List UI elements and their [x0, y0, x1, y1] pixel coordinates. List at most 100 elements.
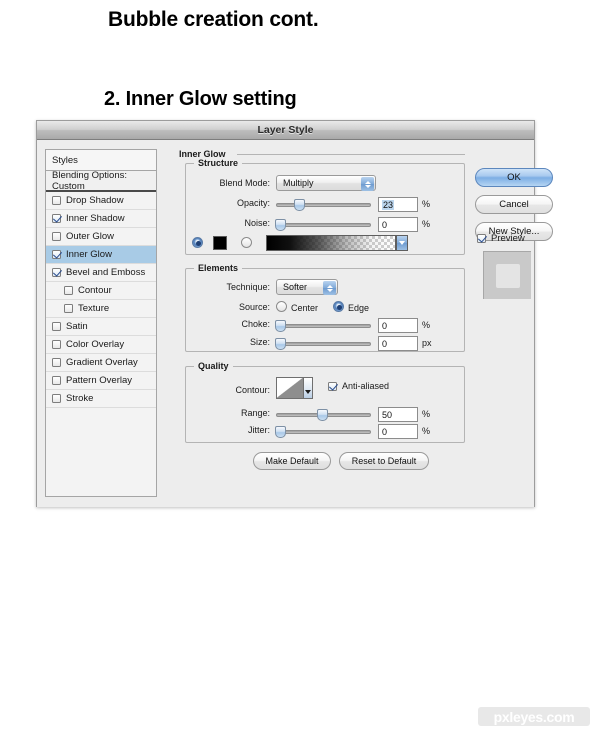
style-effect-label: Texture [78, 303, 110, 314]
style-effect-row[interactable]: Drop Shadow [46, 192, 156, 210]
style-effect-row[interactable]: Outer Glow [46, 228, 156, 246]
opacity-unit: % [422, 199, 431, 209]
structure-group: Structure Blend Mode: Multiply Opacity: … [185, 158, 465, 255]
reset-to-default-button[interactable]: Reset to Default [339, 452, 429, 470]
technique-select[interactable]: Softer [276, 279, 338, 295]
size-input[interactable]: 0 [378, 336, 418, 351]
checkbox-icon[interactable] [52, 214, 61, 223]
style-effect-label: Inner Glow [66, 249, 112, 260]
choke-slider-track[interactable] [276, 324, 371, 328]
size-label: Size: [249, 337, 270, 347]
opacity-value: 23 [382, 199, 395, 210]
dialog-titlebar[interactable]: Layer Style [37, 121, 534, 140]
styles-header[interactable]: Styles [46, 150, 156, 171]
choke-label: Choke: [241, 319, 270, 329]
ok-button[interactable]: OK [475, 168, 553, 187]
range-input[interactable]: 50 [378, 407, 418, 422]
style-effects-list: Drop Shadow Inner Shadow Outer Glow Inner G… [46, 192, 156, 408]
checkbox-icon[interactable] [52, 232, 61, 241]
size-unit: px [422, 338, 432, 348]
opacity-input[interactable]: 23 [378, 197, 418, 212]
style-effect-row[interactable]: Gradient Overlay [46, 354, 156, 372]
contour-picker-chevron-icon[interactable] [304, 377, 313, 399]
noise-slider-track[interactable] [276, 223, 371, 227]
noise-value: 0 [382, 219, 388, 230]
source-edge-label: Edge [348, 303, 370, 313]
dialog-title: Layer Style [257, 124, 314, 136]
choke-slider-thumb[interactable] [275, 320, 286, 332]
range-slider-thumb[interactable] [317, 409, 328, 421]
choke-input[interactable]: 0 [378, 318, 418, 333]
checkbox-icon[interactable] [64, 304, 73, 313]
layer-style-dialog: Layer Style Styles Blending Options: Cus… [36, 120, 553, 507]
dialog-body: Styles Blending Options: Custom Drop Sha… [37, 140, 553, 507]
checkbox-icon[interactable] [52, 250, 61, 259]
jitter-unit: % [422, 426, 431, 436]
source-edge-radio[interactable] [333, 301, 344, 312]
noise-input[interactable]: 0 [378, 217, 418, 232]
glow-fill-color-radio[interactable] [192, 237, 203, 248]
opacity-slider-track[interactable] [276, 203, 371, 207]
style-preview-thumbnail [483, 251, 531, 299]
style-effect-row[interactable]: Inner Shadow [46, 210, 156, 228]
anti-aliased-label: Anti-aliased [342, 381, 390, 391]
styles-list-panel: Styles Blending Options: Custom Drop Sha… [45, 149, 157, 497]
noise-unit: % [422, 219, 431, 229]
cancel-button[interactable]: Cancel [475, 195, 553, 214]
size-slider-thumb[interactable] [275, 338, 286, 350]
style-effect-row[interactable]: Contour [46, 282, 156, 300]
opacity-slider-thumb[interactable] [294, 199, 306, 211]
checkbox-icon[interactable] [64, 286, 73, 295]
style-effect-row[interactable]: Color Overlay [46, 336, 156, 354]
glow-color-swatch[interactable] [213, 236, 227, 250]
checkbox-icon[interactable] [52, 268, 61, 277]
glow-fill-gradient-radio[interactable] [241, 237, 252, 248]
elements-group-label: Elements [194, 263, 243, 273]
checkbox-icon [477, 234, 486, 243]
anti-aliased-checkbox[interactable]: Anti-aliased [328, 381, 389, 391]
checkbox-icon[interactable] [52, 196, 61, 205]
jitter-slider-track[interactable] [276, 430, 371, 434]
style-effect-label: Bevel and Emboss [66, 267, 146, 278]
watermark-text: pxleyes.com [493, 708, 575, 725]
style-effect-row[interactable]: Stroke [46, 390, 156, 408]
quality-group: Quality Contour: Anti-aliased Range: 50 … [185, 361, 465, 443]
blend-mode-select[interactable]: Multiply [276, 175, 376, 191]
style-effect-label: Drop Shadow [66, 195, 124, 206]
range-unit: % [422, 409, 431, 419]
style-effect-label: Color Overlay [66, 339, 125, 350]
checkbox-icon[interactable] [52, 394, 61, 403]
make-default-button[interactable]: Make Default [253, 452, 331, 470]
checkbox-icon[interactable] [52, 376, 61, 385]
chevron-updown-icon [361, 177, 374, 191]
jitter-slider-thumb[interactable] [275, 426, 286, 438]
style-effect-row[interactable]: Pattern Overlay [46, 372, 156, 390]
checkbox-icon[interactable] [52, 322, 61, 331]
checkbox-icon[interactable] [52, 358, 61, 367]
noise-slider-thumb[interactable] [275, 219, 286, 231]
range-label: Range: [240, 408, 270, 418]
style-effect-label: Inner Shadow [66, 213, 125, 224]
page-title: Bubble creation cont. [108, 8, 319, 31]
choke-unit: % [422, 320, 431, 330]
style-effect-row[interactable]: Inner Glow [46, 246, 156, 264]
source-center-radio[interactable] [276, 301, 287, 312]
gradient-picker-chevron-icon[interactable] [396, 235, 408, 251]
source-center-label: Center [291, 303, 319, 313]
technique-value: Softer [283, 282, 308, 292]
style-effect-row[interactable]: Bevel and Emboss [46, 264, 156, 282]
checkbox-icon[interactable] [52, 340, 61, 349]
glow-gradient-preview[interactable] [266, 235, 396, 251]
elements-group: Elements Technique: Softer Source: Cente… [185, 263, 465, 352]
size-slider-track[interactable] [276, 342, 371, 346]
blending-options-row[interactable]: Blending Options: Custom [46, 170, 156, 192]
cancel-label: Cancel [499, 199, 529, 210]
contour-preview[interactable] [276, 377, 304, 399]
ok-label: OK [507, 172, 521, 183]
style-effect-row[interactable]: Satin [46, 318, 156, 336]
checkbox-icon [328, 381, 337, 391]
style-effect-row[interactable]: Texture [46, 300, 156, 318]
structure-group-label: Structure [194, 158, 243, 168]
jitter-input[interactable]: 0 [378, 424, 418, 439]
preview-checkbox[interactable]: Preview [477, 233, 525, 244]
